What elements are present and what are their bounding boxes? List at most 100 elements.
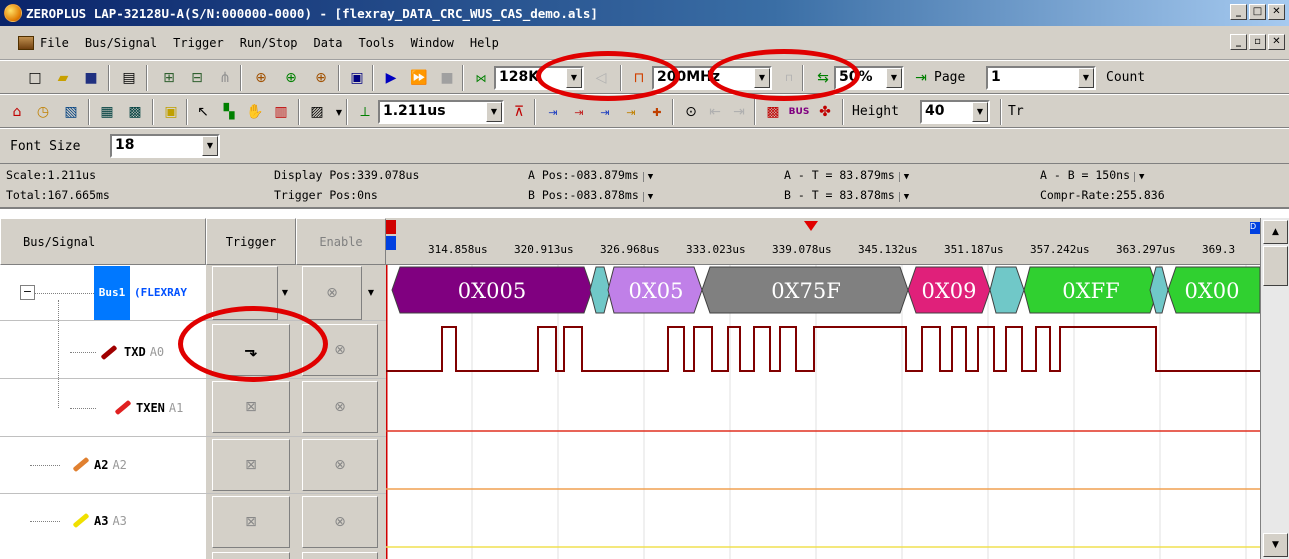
vertical-scrollbar[interactable]: ▲ ▼	[1260, 218, 1289, 559]
clock-icon[interactable]: ◷	[32, 101, 54, 123]
minimize-button[interactable]: _	[1230, 4, 1247, 20]
bar-trigger-icon[interactable]: ⇥	[620, 101, 642, 123]
bar-add-icon[interactable]: ✚	[646, 101, 668, 123]
menu-run-stop[interactable]: Run/Stop	[240, 36, 298, 50]
either-edge-icon[interactable]: ⊕	[310, 67, 332, 89]
txd-trigger-falling-edge[interactable]: ⬎	[212, 324, 290, 376]
capture-icon[interactable]: ⊞	[158, 67, 180, 89]
txd-name[interactable]: TXD A0	[124, 345, 164, 359]
select-region-icon[interactable]: ▚	[218, 101, 240, 123]
txen-name[interactable]: TXEN A1	[136, 401, 183, 415]
page-select[interactable]: 1 ▼	[986, 66, 1096, 90]
chevron-down-icon[interactable]: ▼	[278, 266, 292, 320]
protocol-icon[interactable]: ▩	[762, 101, 784, 123]
capture-repeat-icon[interactable]: ⊟	[186, 67, 208, 89]
column-header-trigger[interactable]: Trigger	[206, 218, 296, 265]
doc-minimize-button[interactable]: _	[1230, 34, 1247, 50]
waveform-icon[interactable]: ▨	[306, 101, 328, 123]
chevron-down-icon[interactable]: ▼	[642, 192, 654, 202]
chevron-down-icon[interactable]: ▼	[566, 68, 582, 88]
a2-name[interactable]: A2 A2	[94, 458, 127, 472]
cursor-jump-icon[interactable]: ⊼	[508, 101, 530, 123]
a-minus-b-readout[interactable]: A - B = 150ns ▼	[1040, 168, 1145, 182]
txd-waveform[interactable]	[386, 326, 1260, 372]
layout-icon[interactable]: ▣	[160, 101, 182, 123]
run-icon[interactable]: ▶	[380, 67, 402, 89]
zoom-select[interactable]: 50% ▼	[834, 66, 904, 90]
menu-file[interactable]: File	[40, 36, 69, 50]
time-scale-select[interactable]: 1.211us ▼	[378, 100, 504, 124]
stop-icon[interactable]: ■	[436, 67, 458, 89]
a-pos-readout[interactable]: A Pos:-083.879ms ▼	[528, 168, 654, 182]
bus1-name-cell[interactable]: Bus1 (FLEXRAY	[94, 266, 206, 320]
bus-icon[interactable]: BUS	[788, 101, 810, 123]
chevron-down-icon[interactable]: ▼	[642, 172, 654, 182]
cursor-a-marker-icon[interactable]	[386, 236, 396, 250]
chevron-down-icon[interactable]: ▼	[898, 192, 910, 202]
new-file-icon[interactable]: □	[24, 67, 46, 89]
bus-segment-crc[interactable]	[589, 266, 611, 314]
chevron-down-icon[interactable]: ▼	[1078, 68, 1094, 88]
collapse-toggle[interactable]: −	[20, 285, 35, 300]
search-next-icon[interactable]: ⇥	[728, 101, 750, 123]
display-position-marker-icon[interactable]	[804, 221, 818, 231]
height-select[interactable]: 40 ▼	[920, 100, 990, 124]
rising-edge-icon[interactable]: ⊕	[250, 67, 272, 89]
grid-icon[interactable]: ▩	[124, 101, 146, 123]
font-size-select[interactable]: 18 ▼	[110, 134, 220, 158]
waveform-view[interactable]: D 314.858us 320.913us 326.968us 333.023u…	[386, 218, 1260, 559]
bus1-enable-toggle[interactable]: ⊗	[302, 266, 362, 320]
falling-edge-icon[interactable]: ⊕	[280, 67, 302, 89]
run-repeat-icon[interactable]: ⏩	[408, 67, 430, 89]
txen-trigger-dont-care[interactable]: ⊠	[212, 381, 290, 433]
time-ruler[interactable]: D 314.858us 320.913us 326.968us 333.023u…	[386, 218, 1260, 265]
chevron-down-icon[interactable]: ▼	[754, 68, 770, 88]
bar-b-icon[interactable]: ⇥	[594, 101, 616, 123]
pointer-icon[interactable]: ↖	[192, 101, 214, 123]
external-clock-icon[interactable]: ⊓	[778, 67, 800, 89]
bar-a-icon[interactable]: ⇥	[568, 101, 590, 123]
chevron-down-icon[interactable]: ▼	[1134, 172, 1145, 182]
a2-enable-toggle[interactable]: ⊗	[302, 439, 378, 491]
menu-bus-signal[interactable]: Bus/Signal	[85, 36, 157, 50]
doc-close-button[interactable]: ✕	[1268, 34, 1285, 50]
b-minus-t-readout[interactable]: B - T = 83.878ms ▼	[784, 188, 910, 202]
open-folder-icon[interactable]: ▰	[52, 67, 74, 89]
doc-restore-button[interactable]: ▫	[1249, 34, 1266, 50]
a3-name[interactable]: A3 A3	[94, 514, 127, 528]
a2-trigger-dont-care[interactable]: ⊠	[212, 439, 290, 491]
menu-tools[interactable]: Tools	[358, 36, 394, 50]
bus-segment-crc[interactable]	[989, 266, 1025, 314]
sample-rate-select[interactable]: 200MHz ▼	[652, 66, 772, 90]
chevron-down-icon[interactable]: ▼	[886, 68, 902, 88]
txd-enable-toggle[interactable]: ⊗	[302, 324, 378, 376]
next-row-enable[interactable]	[302, 552, 378, 559]
a-minus-t-readout[interactable]: A - T = 83.879ms ▼	[784, 168, 910, 182]
a3-enable-toggle[interactable]: ⊗	[302, 496, 378, 548]
column-header-bus-signal[interactable]: Bus/Signal	[0, 218, 206, 265]
bus1-decode-track[interactable]: 0X005 0X05 0X75F 0X09 0XFF 0X00	[391, 266, 1260, 314]
cursor-b-marker-icon[interactable]: D	[1250, 222, 1260, 234]
compile-icon[interactable]: ▣	[346, 67, 368, 89]
trigger-marker-icon[interactable]	[386, 220, 396, 234]
menu-data[interactable]: Data	[314, 36, 343, 50]
home-icon[interactable]: ⌂	[6, 101, 28, 123]
menu-window[interactable]: Window	[411, 36, 454, 50]
close-button[interactable]: ✕	[1268, 4, 1285, 20]
waveform-canvas[interactable]: 0X005 0X05 0X75F 0X09 0XFF 0X00	[386, 265, 1260, 559]
chevron-down-icon[interactable]: ▼	[486, 102, 502, 122]
print-icon[interactable]: ▤	[118, 67, 140, 89]
save-icon[interactable]: ■	[80, 67, 102, 89]
scroll-down-button[interactable]: ▼	[1263, 533, 1288, 557]
capture-trigger-icon[interactable]: ⋔	[214, 67, 236, 89]
scroll-up-button[interactable]: ▲	[1263, 220, 1288, 244]
search-prev-icon[interactable]: ⇤	[704, 101, 726, 123]
hand-icon[interactable]: ✋	[244, 101, 266, 123]
document-icon[interactable]	[18, 35, 34, 50]
bar-t-icon[interactable]: ⇥	[542, 101, 564, 123]
segment-icon[interactable]: ◁	[590, 67, 612, 89]
menu-trigger[interactable]: Trigger	[173, 36, 224, 50]
binoculars-icon[interactable]: ⊙	[680, 101, 702, 123]
chevron-down-icon[interactable]: ▼	[898, 172, 910, 182]
menu-help[interactable]: Help	[470, 36, 499, 50]
